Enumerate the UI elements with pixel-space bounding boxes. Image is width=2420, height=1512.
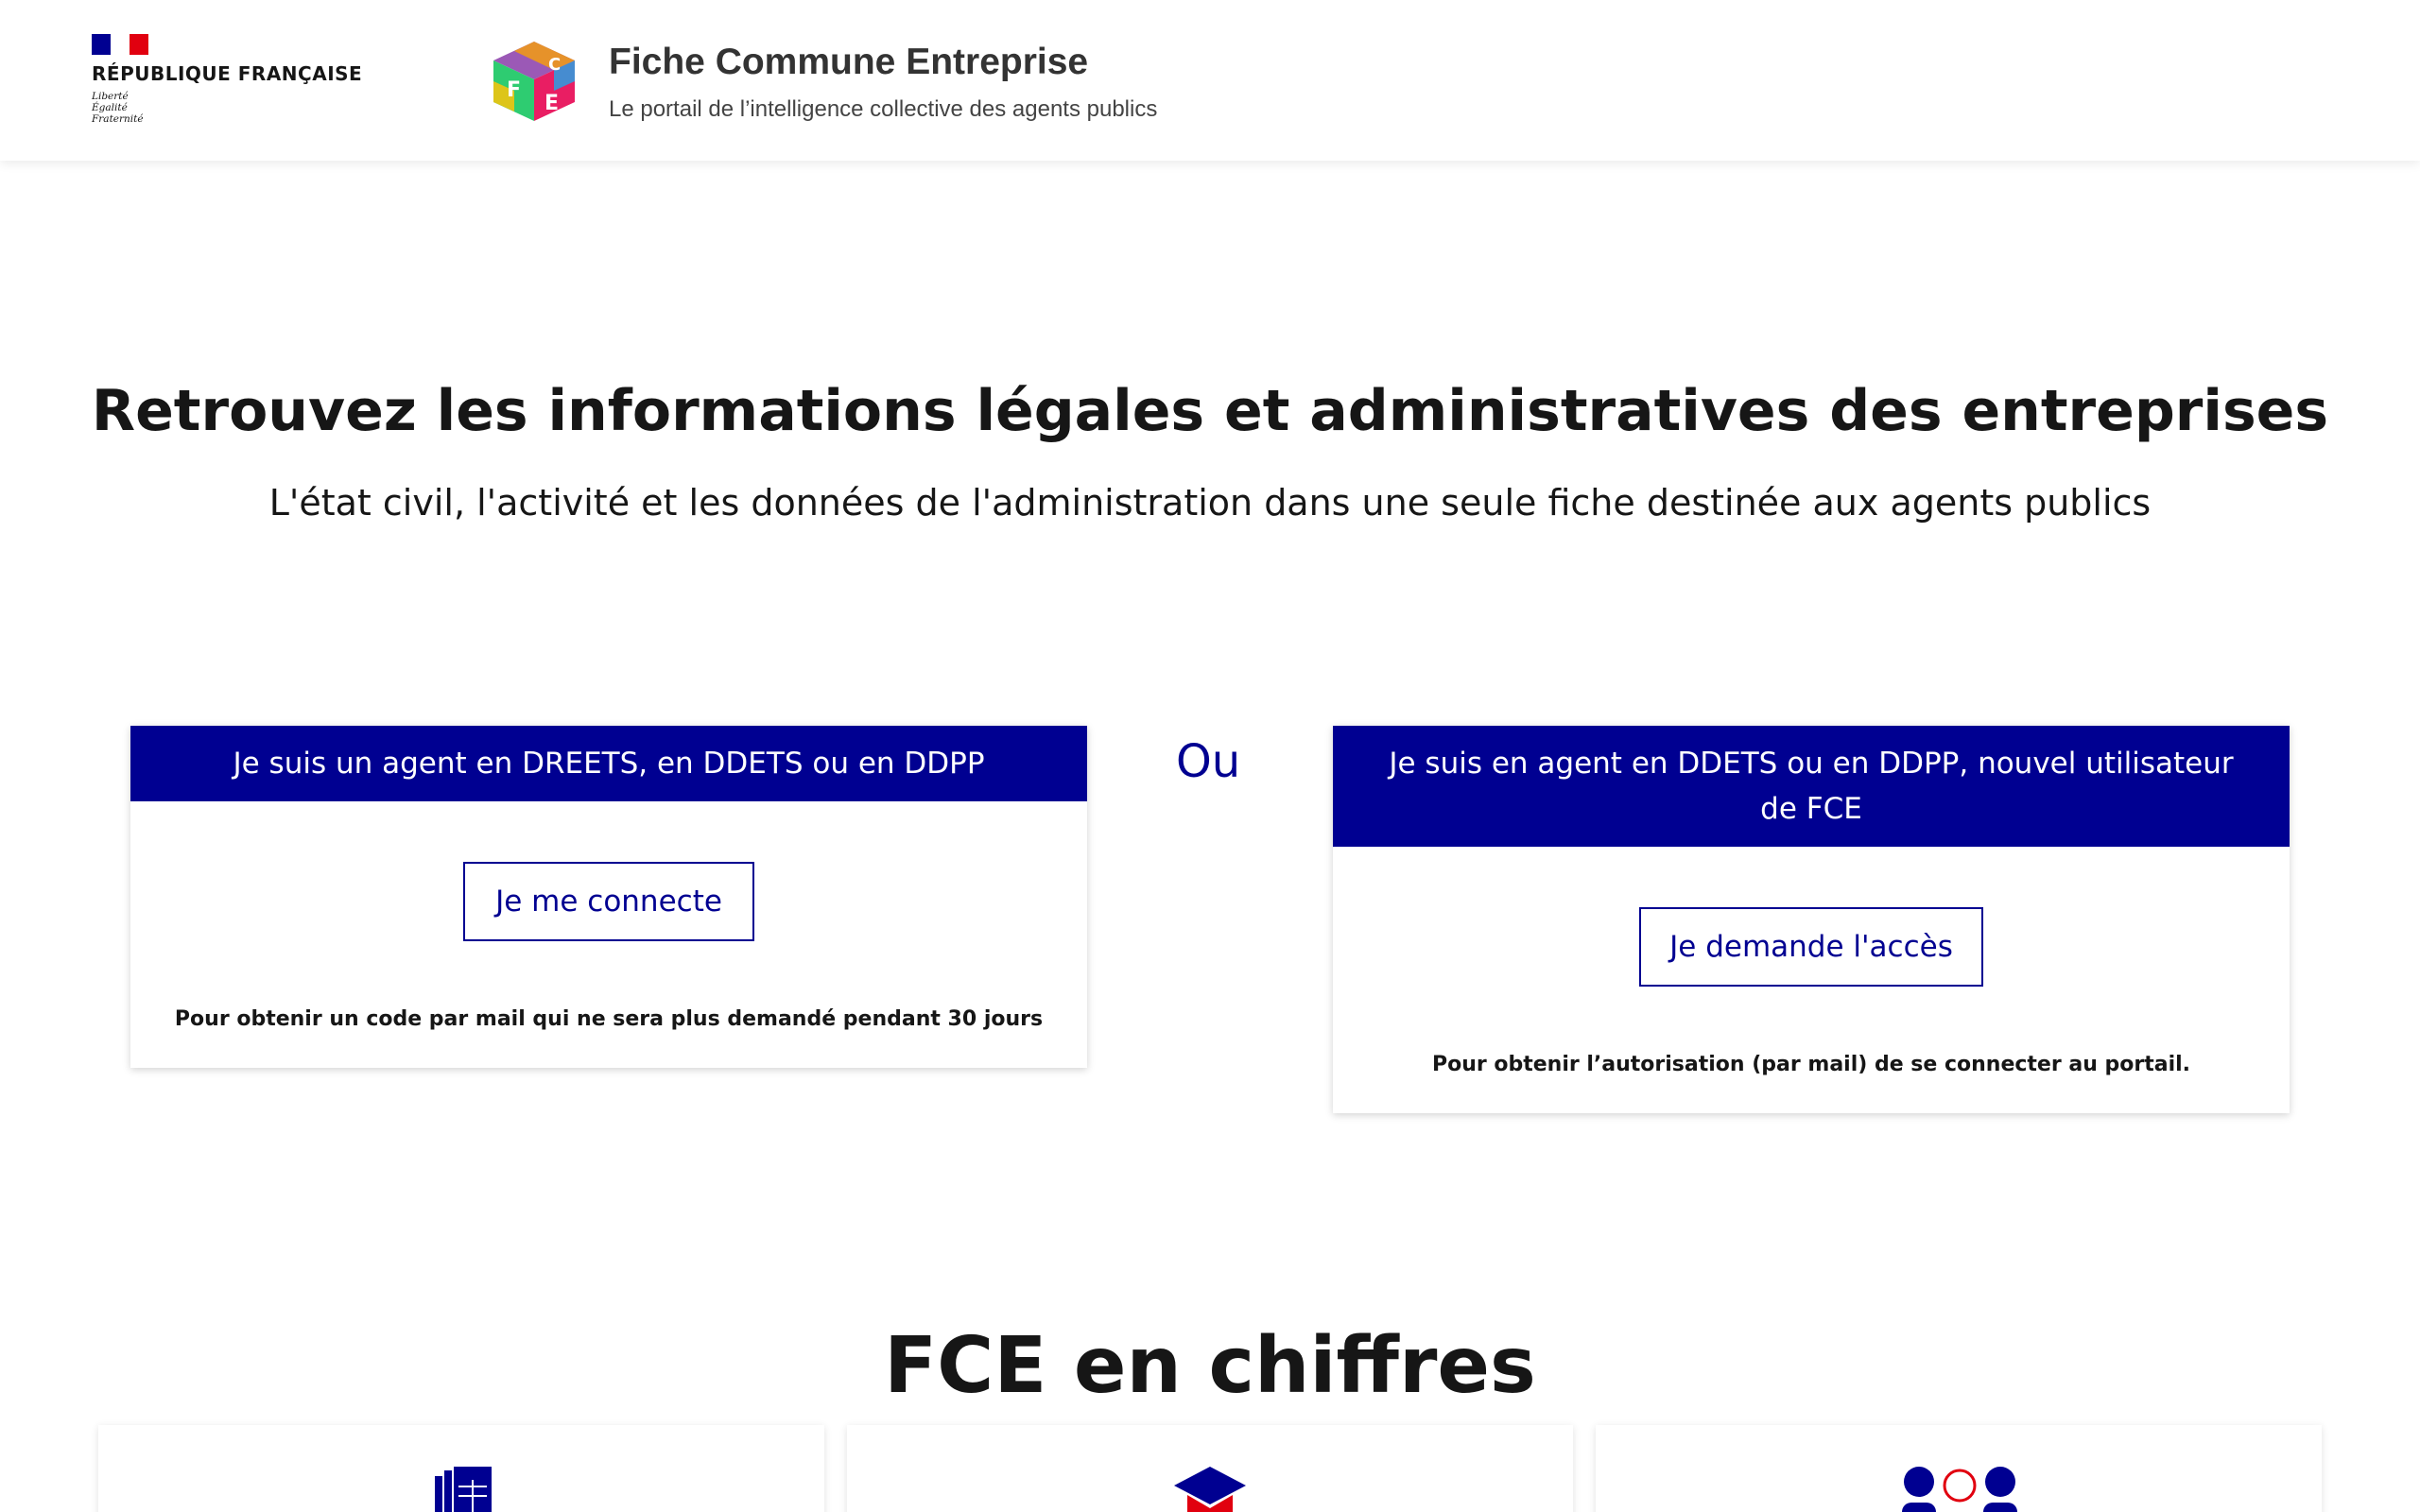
login-button[interactable]: Je me connecte: [463, 862, 754, 941]
logo-letter-e: E: [544, 92, 559, 115]
or-separator: Ou: [1176, 735, 1241, 788]
logo-letter-c: C: [548, 55, 561, 75]
hero-subtitle: L'état civil, l'activité et les données …: [268, 482, 2152, 524]
logo-letter-f: F: [507, 78, 521, 102]
users-group-icon: [1902, 1467, 2017, 1512]
spreadsheet-icon: [435, 1467, 492, 1512]
site-header: RÉPUBLIQUE FRANÇAISE Liberté Égalité Fra…: [0, 0, 2420, 161]
existing-agent-card: Je suis un agent en DREETS, en DDETS ou …: [130, 726, 1087, 1068]
graduation-cap-icon: [1174, 1467, 1246, 1512]
brand-block[interactable]: Fiche Commune Entreprise Le portail de l…: [609, 42, 1157, 123]
stat-card: [98, 1425, 824, 1512]
existing-agent-card-heading: Je suis un agent en DREETS, en DDETS ou …: [130, 726, 1087, 801]
request-access-button[interactable]: Je demande l'accès: [1639, 907, 1983, 987]
motto-line: Fraternité: [92, 113, 144, 125]
republic-motto: Liberté Égalité Fraternité: [92, 91, 362, 125]
fce-logo[interactable]: F C E: [486, 38, 582, 125]
republique-francaise-label: RÉPUBLIQUE FRANÇAISE: [92, 62, 363, 85]
french-flag-icon: [92, 34, 148, 55]
stat-card: [1596, 1425, 2322, 1512]
stat-card: [847, 1425, 1573, 1512]
app-title: Fiche Commune Entreprise: [609, 42, 1089, 82]
motto-line: Égalité: [92, 102, 128, 113]
new-user-card: Je suis en agent en DDETS ou en DDPP, no…: [1333, 726, 2290, 1113]
new-user-card-heading: Je suis en agent en DDETS ou en DDPP, no…: [1333, 726, 2290, 847]
hero-title: Retrouvez les informations légales et ad…: [91, 378, 2329, 444]
motto-line: Liberté: [92, 91, 129, 102]
new-user-card-note: Pour obtenir l’autorisation (par mail) d…: [1431, 1053, 2191, 1076]
existing-agent-card-note: Pour obtenir un code par mail qui ne ser…: [174, 1007, 1044, 1031]
stats-title: FCE en chiffres: [884, 1321, 1536, 1411]
republique-francaise-block[interactable]: RÉPUBLIQUE FRANÇAISE Liberté Égalité Fra…: [92, 34, 362, 125]
app-subtitle: Le portail de l’intelligence collective …: [609, 96, 1158, 122]
